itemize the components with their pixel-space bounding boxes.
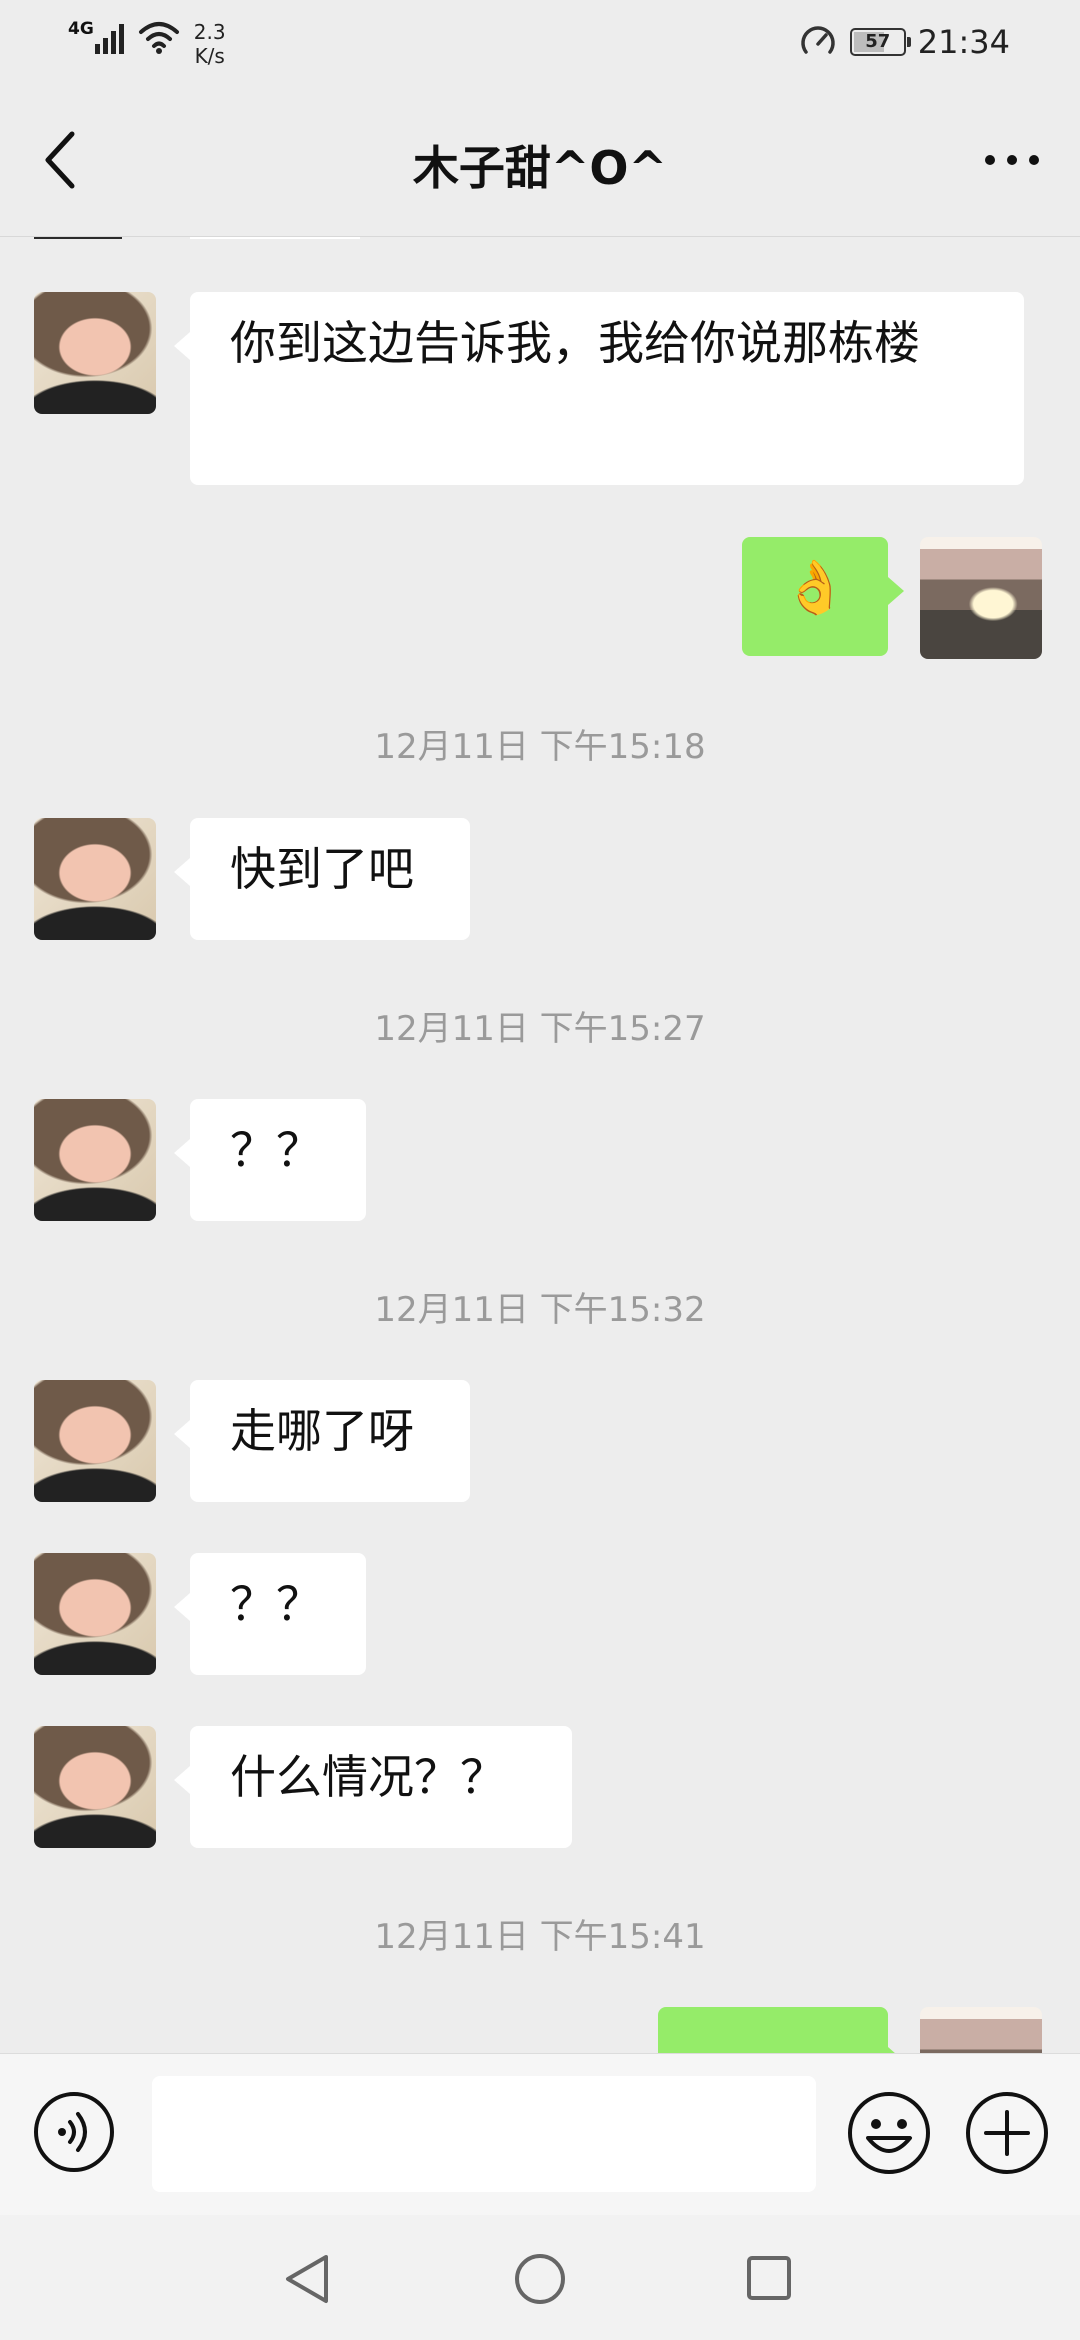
input-bar [0, 2053, 1080, 2216]
wifi-icon [138, 22, 179, 54]
contact-avatar[interactable] [34, 292, 156, 414]
system-nav-bar [0, 2215, 1080, 2340]
nav-back-icon[interactable] [282, 2251, 332, 2307]
timestamp: 12月11日 下午15:32 [374, 1290, 706, 1330]
my-avatar[interactable] [920, 537, 1042, 659]
chat-header: 木子甜^O^ [0, 88, 1080, 237]
message-input[interactable] [152, 2076, 816, 2192]
clock: 21:34 [917, 23, 1010, 61]
avatar-partial [34, 237, 122, 239]
speed-value: 2.3 [193, 20, 226, 44]
contact-avatar[interactable] [34, 1553, 156, 1675]
message-bubble-incoming[interactable]: 快到了吧 [174, 818, 470, 940]
network-speed: 2.3 K/s [194, 20, 226, 68]
contact-avatar[interactable] [34, 818, 156, 940]
message-bubble-incoming[interactable]: ？？ [174, 1099, 366, 1221]
timestamp: 12月11日 下午15:41 [374, 1917, 706, 1957]
speedometer-icon [801, 26, 835, 54]
message-list[interactable]: 你到这边告诉我，我给你说那栋楼 👌 12月11日 下午15:18 快到了吧 12… [0, 237, 1080, 2053]
status-right: 57 21:34 [798, 22, 1010, 62]
battery-level: 57 [865, 31, 891, 52]
plus-icon[interactable] [964, 2090, 1050, 2176]
bubble-partial [190, 237, 360, 239]
nav-recent-icon[interactable] [746, 2255, 792, 2301]
message-bubble-incoming[interactable]: 你到这边告诉我，我给你说那栋楼 [174, 292, 1024, 485]
network-type: 4G [68, 19, 94, 39]
contact-avatar[interactable] [34, 1380, 156, 1502]
contact-avatar[interactable] [34, 1099, 156, 1221]
status-bar: 4G 2.3 K/s 57 21:34 [0, 0, 1080, 88]
battery-icon: 57 [849, 28, 911, 56]
status-left: 4G 2.3 K/s [68, 20, 226, 68]
my-avatar[interactable] [920, 2007, 1042, 2053]
message-bubble-outgoing[interactable]: 👌 [742, 537, 904, 656]
timestamp: 12月11日 下午15:18 [374, 727, 706, 767]
message-bubble-incoming[interactable]: ？？ [174, 1553, 366, 1675]
message-bubble-incoming[interactable]: 走哪了呀 [174, 1380, 470, 1502]
message-bubble-incoming[interactable]: 什么情况？？ [174, 1726, 572, 1848]
chat-title: 木子甜^O^ [412, 141, 668, 195]
more-dots-icon[interactable] [982, 148, 1042, 172]
voice-icon[interactable] [32, 2090, 116, 2174]
signal-icon [94, 20, 124, 54]
message-bubble-outgoing-cut[interactable] [658, 2007, 904, 2053]
speed-unit: K/s [194, 44, 225, 68]
emoji-icon[interactable] [846, 2090, 932, 2176]
contact-avatar[interactable] [34, 1726, 156, 1848]
nav-home-icon[interactable] [514, 2253, 566, 2305]
timestamp: 12月11日 下午15:27 [374, 1009, 706, 1049]
